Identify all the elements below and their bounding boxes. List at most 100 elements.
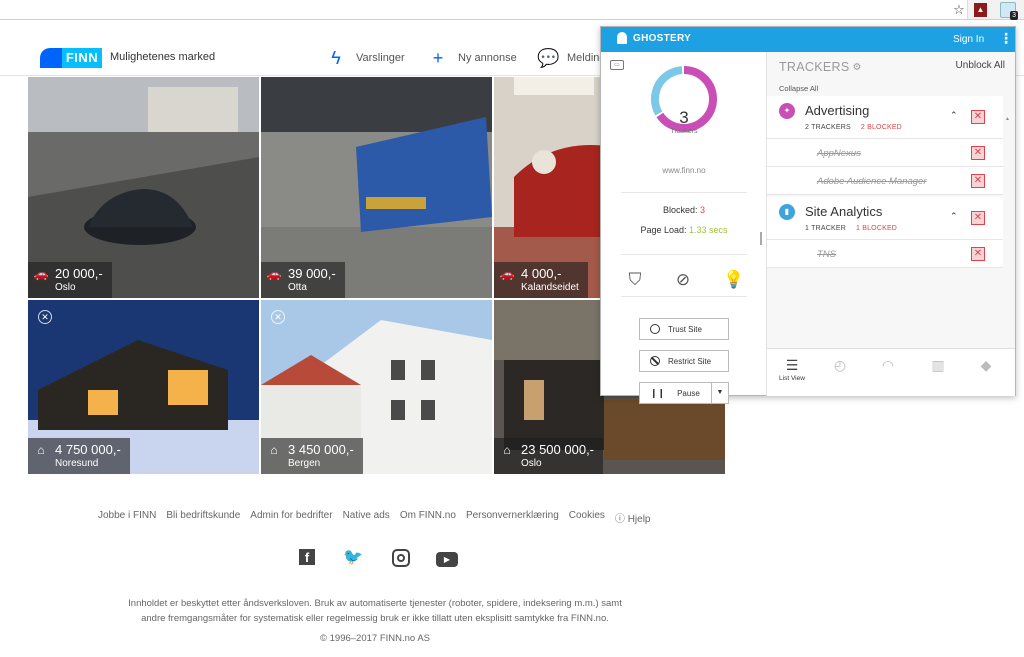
tracker-row[interactable]: AppNexus ✕ <box>767 139 1003 167</box>
trust-site-button[interactable]: Trust Site <box>639 318 729 340</box>
listing-card[interactable]: 🚗 39 000,- Otta <box>261 77 492 298</box>
footer-link[interactable]: Native ads <box>343 510 390 525</box>
tab-list-view[interactable]: ☰ List View <box>777 357 807 382</box>
menu-icon[interactable]: ⋮ <box>999 31 1013 45</box>
chat-icon: 💬 <box>537 47 560 68</box>
nav-label: Ny annonse <box>458 52 517 64</box>
instagram-icon[interactable] <box>390 547 412 569</box>
block-tracker-button[interactable]: ✕ <box>971 146 985 160</box>
listing-location: Otta <box>288 282 307 293</box>
tracker-count: 3 <box>679 108 689 127</box>
block-tracker-button[interactable]: ✕ <box>971 174 985 188</box>
footer-link[interactable]: Cookies <box>569 510 605 525</box>
finn-logo[interactable]: FINN <box>40 48 102 68</box>
footer-links: Jobbe i FINN Bli bedriftskunde Admin for… <box>98 510 650 525</box>
close-icon[interactable]: ✕ <box>271 310 285 324</box>
tab-history[interactable]: ◴ <box>825 357 855 374</box>
tracker-row[interactable]: Adobe Audience Manager ✕ <box>767 167 1003 195</box>
footer-link[interactable]: Personvernerklæring <box>466 510 559 525</box>
footer-link[interactable]: Jobbe i FINN <box>98 510 156 525</box>
sign-in-link[interactable]: Sign In <box>953 34 984 45</box>
page-load-label: Page Load: <box>640 225 687 235</box>
block-icon[interactable]: ⊘ <box>673 270 693 290</box>
tracker-row[interactable]: TNS ✕ <box>767 240 1003 268</box>
tracker-name: AppNexus <box>817 148 861 159</box>
tracker-count-label: Trackers <box>670 128 698 135</box>
ghostery-header: GHOSTERY Sign In ⋮ <box>601 27 1015 52</box>
gear-icon[interactable]: ⚙ <box>852 62 861 73</box>
lightbulb-icon[interactable]: 💡 <box>723 270 744 290</box>
youtube-icon[interactable]: ▶ <box>436 547 458 569</box>
scroll-indicator <box>760 232 762 245</box>
detail-view-icon[interactable]: ▭ <box>610 60 624 70</box>
tracker-name: Adobe Audience Manager <box>817 176 927 187</box>
unblock-all-link[interactable]: Unblock All <box>956 60 1005 71</box>
listing-price: 20 000,- <box>55 266 103 281</box>
tab-performance[interactable]: ◠ <box>873 357 903 374</box>
nav-varslinger[interactable]: ϟ Varslinger <box>326 47 404 68</box>
blocked-label: Blocked: <box>662 205 698 215</box>
chevron-up-icon[interactable]: ⌃ <box>950 110 958 121</box>
blocked-value: 3 <box>700 205 706 215</box>
ghostery-badge: 3 <box>1010 11 1018 20</box>
listing-card[interactable]: 🚗 20 000,- Oslo <box>28 77 259 298</box>
listing-card[interactable]: ✕ ⌂ 4 750 000,- Noresund <box>28 300 259 474</box>
listing-location: Oslo <box>521 458 542 469</box>
site-domain: www.finn.no <box>662 166 706 175</box>
scroll-up-icon[interactable]: ▲ <box>1005 116 1010 122</box>
help-link[interactable]: ⓘ Hjelp <box>615 510 651 525</box>
block-category-button[interactable]: ✕ <box>971 110 985 124</box>
star-icon[interactable]: ☆ <box>951 2 967 18</box>
category-count: 1 TRACKER <box>805 225 846 232</box>
advertising-icon: ✦ <box>779 103 795 119</box>
chevron-down-icon[interactable]: ▼ <box>711 383 728 403</box>
divider <box>621 254 747 255</box>
listing-card[interactable]: ✕ ⌂ 3 450 000,- Bergen <box>261 300 492 474</box>
button-label: Restrict Site <box>668 356 712 366</box>
block-tracker-button[interactable]: ✕ <box>971 247 985 261</box>
category-advertising[interactable]: ✦ Advertising 2 TRACKERS 2 BLOCKED ⌃ ✕ <box>767 96 1003 139</box>
facebook-icon[interactable]: f <box>296 547 318 569</box>
restrict-icon <box>650 356 660 366</box>
plus-icon: + <box>432 47 444 68</box>
pause-button[interactable]: ❙❙ Pause ▼ <box>639 382 729 404</box>
listing-location: Noresund <box>55 458 99 469</box>
bolt-icon: ϟ <box>331 47 341 68</box>
scrollbar[interactable]: ▲▼ <box>1005 116 1013 370</box>
twitter-icon[interactable]: 🐦 <box>342 547 364 569</box>
nav-ny-annonse[interactable]: + Ny annonse <box>428 48 517 68</box>
legal-line: andre fremgangsmåter for systematisk ell… <box>141 613 609 624</box>
tracker-list: ✦ Advertising 2 TRACKERS 2 BLOCKED ⌃ ✕ Ap… <box>767 96 1003 326</box>
close-icon[interactable]: ✕ <box>38 310 52 324</box>
listing-caption: ⌂ 23 500 000,- Oslo <box>494 438 604 474</box>
listing-location: Bergen <box>288 458 321 469</box>
listing-location: Oslo <box>55 282 76 293</box>
footer-link[interactable]: Bli bedriftskunde <box>166 510 240 525</box>
pdf-extension-icon[interactable]: ▲ <box>974 3 987 17</box>
button-label: Trust Site <box>668 324 702 334</box>
legal-text: Innholdet er beskyttet etter åndsverkslo… <box>100 596 650 626</box>
ghostery-extension-icon[interactable]: 3 <box>1000 2 1018 20</box>
copyright: © 1996–2017 FINN.no AS <box>320 633 430 644</box>
category-blocked: 2 BLOCKED <box>860 124 902 131</box>
restrict-site-button[interactable]: Restrict Site <box>639 350 729 372</box>
listing-price: 4 000,- <box>521 266 562 281</box>
footer-link[interactable]: Admin for bedrifter <box>250 510 332 525</box>
block-category-button[interactable]: ✕ <box>971 211 985 225</box>
tab-rewards[interactable]: ▥ <box>923 357 953 374</box>
address-bar[interactable] <box>0 0 968 19</box>
trackers-title: TRACKERS <box>779 60 850 74</box>
ghostery-panel: GHOSTERY Sign In ⋮ ▭ 3 Trackers www.finn… <box>600 26 1016 404</box>
browser-toolbar: ☆ ▲ 3 <box>0 0 1024 20</box>
listing-caption: 🚗 4 000,- Kalandseidet <box>494 262 588 298</box>
collapse-all-link[interactable]: Collapse All <box>779 84 818 93</box>
page-load-value: 1.33 secs <box>689 225 728 235</box>
category-site-analytics[interactable]: ▮ Site Analytics 1 TRACKER 1 BLOCKED ⌃ ✕ <box>767 197 1003 240</box>
chevron-up-icon[interactable]: ⌃ <box>950 211 958 222</box>
divider <box>621 296 747 297</box>
shield-icon[interactable]: ⛉ <box>625 270 645 290</box>
ghost-icon <box>617 32 627 44</box>
footer-link[interactable]: Om FINN.no <box>400 510 456 525</box>
history-icon: ◴ <box>833 357 847 373</box>
tab-premium[interactable]: ◆ <box>971 357 1001 374</box>
